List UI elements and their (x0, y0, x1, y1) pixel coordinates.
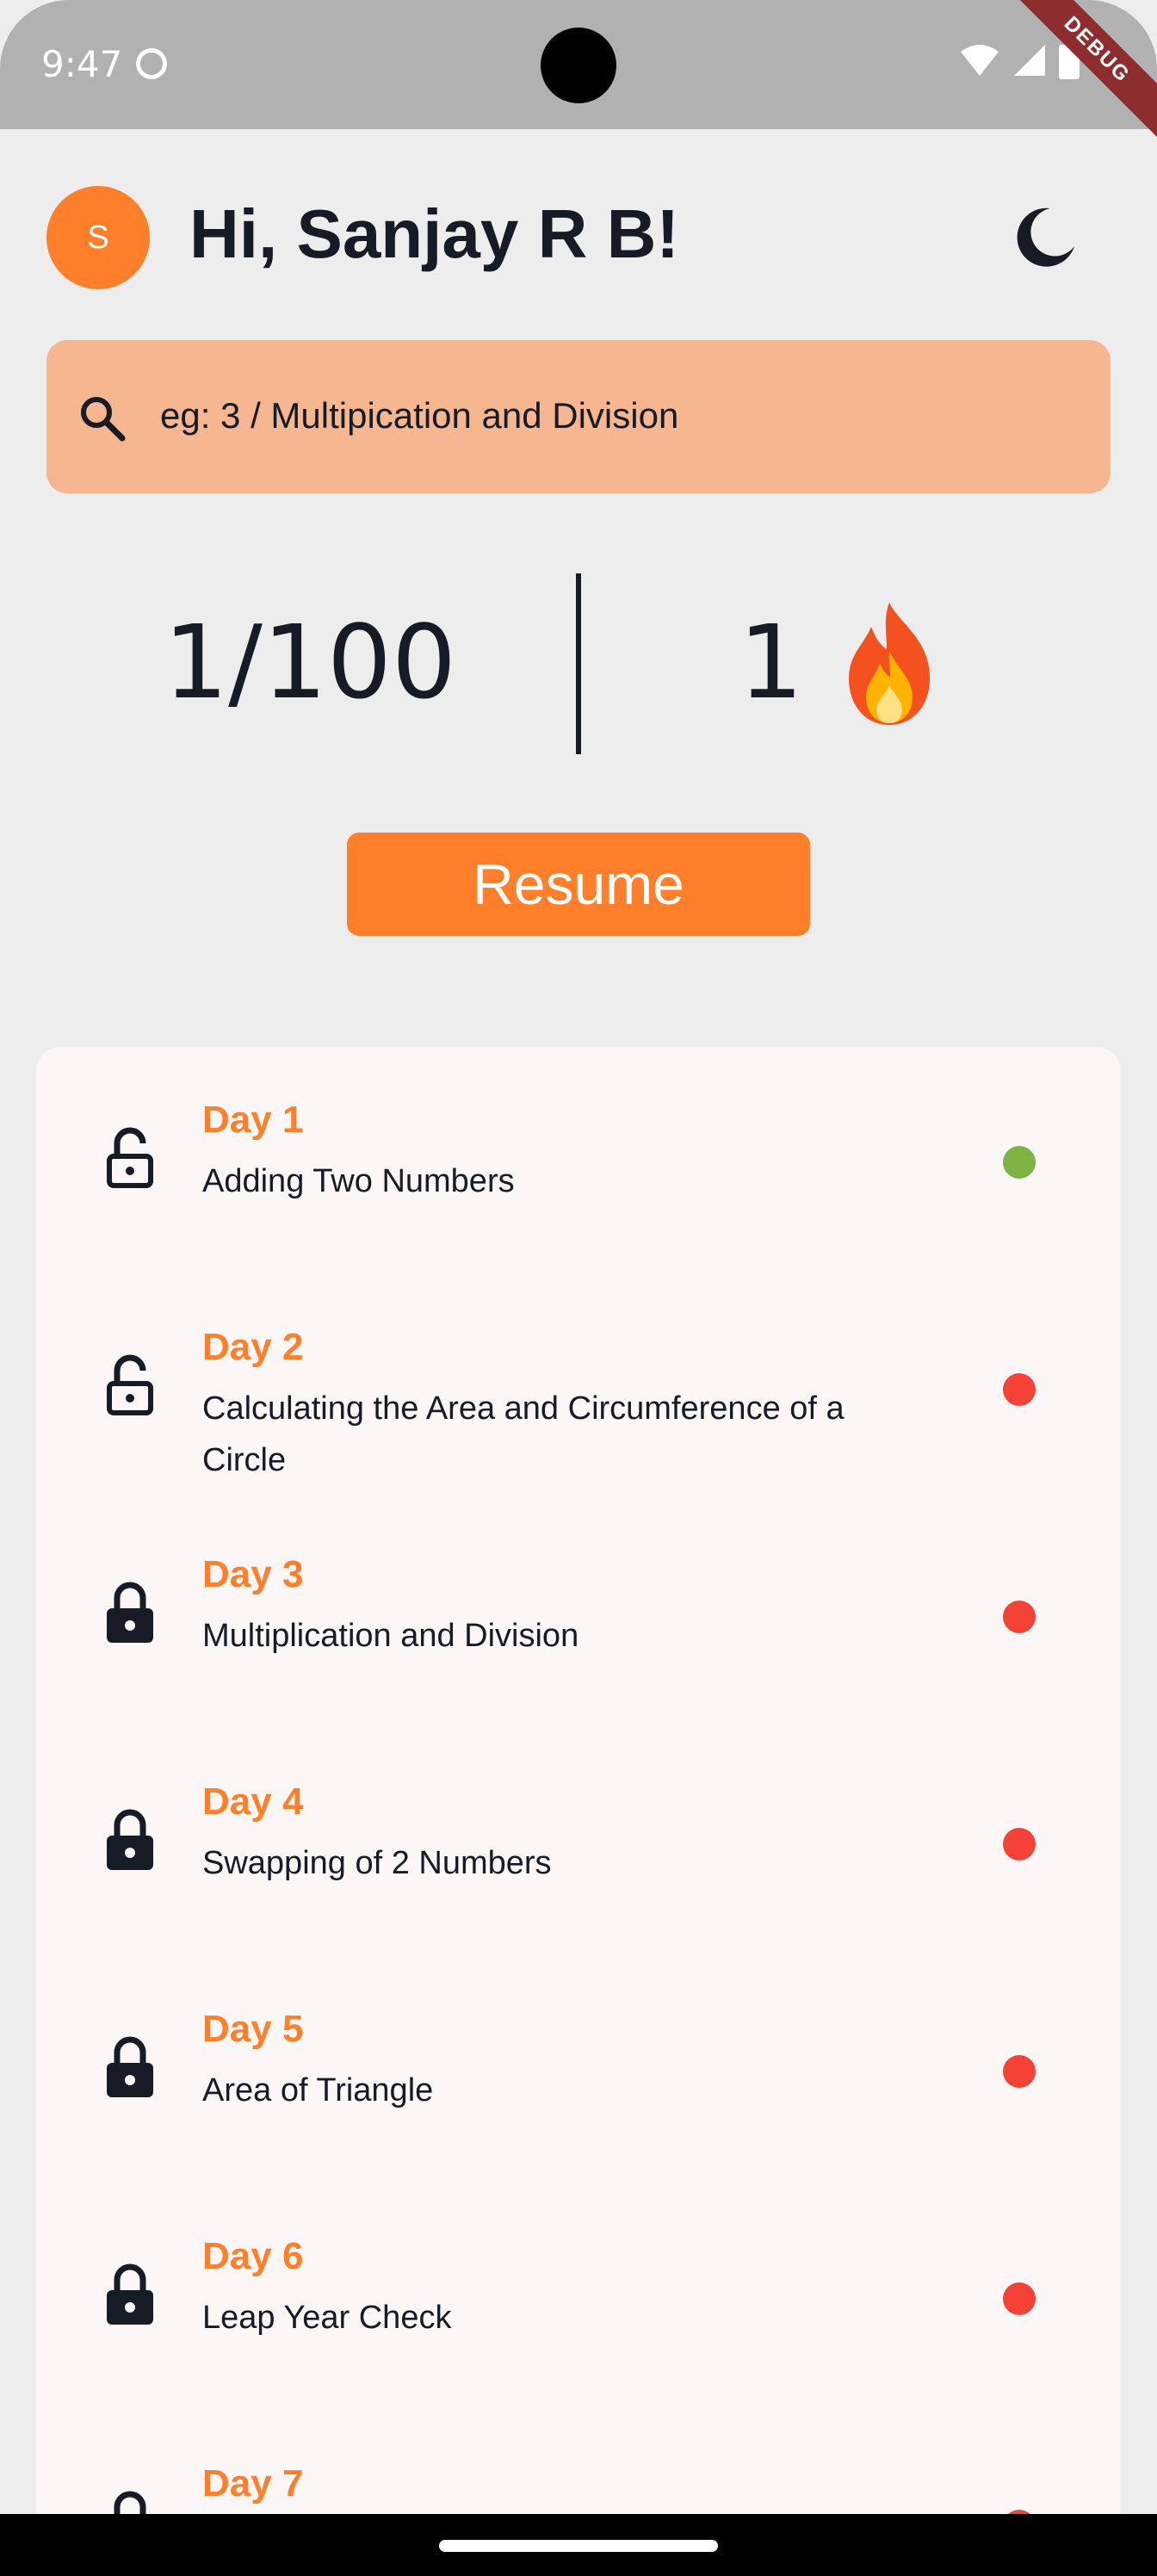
search-icon (81, 397, 126, 442)
status-dot (1003, 1146, 1036, 1179)
status-dot (1003, 2282, 1036, 2315)
day-subtitle: Adding Two Numbers (202, 1163, 515, 1199)
lock-closed-icon (107, 2263, 153, 2325)
greeting-title: Hi, Sanjay R B! (189, 195, 680, 272)
list-item[interactable]: Day 4 Swapping of 2 Numbers (36, 1729, 1121, 1956)
day-subtitle: Leap Year Check (202, 2300, 452, 2336)
fire-icon (849, 603, 930, 725)
lock-closed-icon (107, 1582, 153, 1643)
camera-cutout (541, 28, 616, 103)
moon-icon[interactable] (1009, 203, 1078, 272)
day-title: Day 4 (202, 1780, 304, 1823)
list-item[interactable]: Day 2 Calculating the Area and Circumfere… (36, 1274, 1121, 1502)
day-title: Day 5 (202, 2008, 304, 2050)
resume-button[interactable]: Resume (347, 833, 810, 936)
status-bar: 9:47 DEBUG (0, 0, 1157, 149)
avatar[interactable]: S (46, 186, 150, 289)
day-subtitle: Calculating the Area and Circumference o… (202, 1390, 845, 1478)
day-subtitle: Multiplication and Division (202, 1618, 579, 1654)
status-dot (1003, 2055, 1036, 2088)
lock-closed-icon (107, 2036, 153, 2097)
lock-open-icon (107, 1127, 153, 1188)
day-title: Day 3 (202, 1553, 304, 1595)
home-gesture-handle[interactable] (439, 2540, 718, 2552)
signal-icon (1014, 45, 1045, 76)
list-item[interactable]: Day 1 Adding Two Numbers (36, 1047, 1121, 1274)
streak-count: 1 (739, 603, 804, 721)
lock-open-icon (107, 1354, 153, 1415)
status-icons (959, 41, 1080, 79)
search-input[interactable] (160, 386, 1073, 446)
status-dot (1003, 1601, 1036, 1633)
list-item[interactable]: Day 5 Area of Triangle (36, 1956, 1121, 2183)
progress-count: 1/100 (164, 603, 457, 721)
day-title: Day 1 (202, 1099, 304, 1141)
status-dot (1003, 1373, 1036, 1406)
wifi-icon (961, 45, 999, 76)
list-item[interactable]: Day 6 Leap Year Check (36, 2183, 1121, 2411)
day-title: Day 2 (202, 1326, 304, 1368)
lock-closed-icon (107, 1809, 153, 1870)
day-list-card: Day 1 Adding Two Numbers Day 2 Calculating … (36, 1047, 1121, 2576)
list-item[interactable]: Day 3 Multiplication and Division (36, 1502, 1121, 1729)
app-notification-icon (136, 48, 167, 79)
status-time: 9:47 (41, 43, 123, 85)
day-title: Day 7 (202, 2462, 304, 2505)
day-subtitle: Area of Triangle (202, 2072, 434, 2108)
stats-divider (576, 573, 581, 754)
day-subtitle: Swapping of 2 Numbers (202, 1845, 552, 1881)
day-title: Day 6 (202, 2235, 304, 2277)
status-dot (1003, 1828, 1036, 1861)
